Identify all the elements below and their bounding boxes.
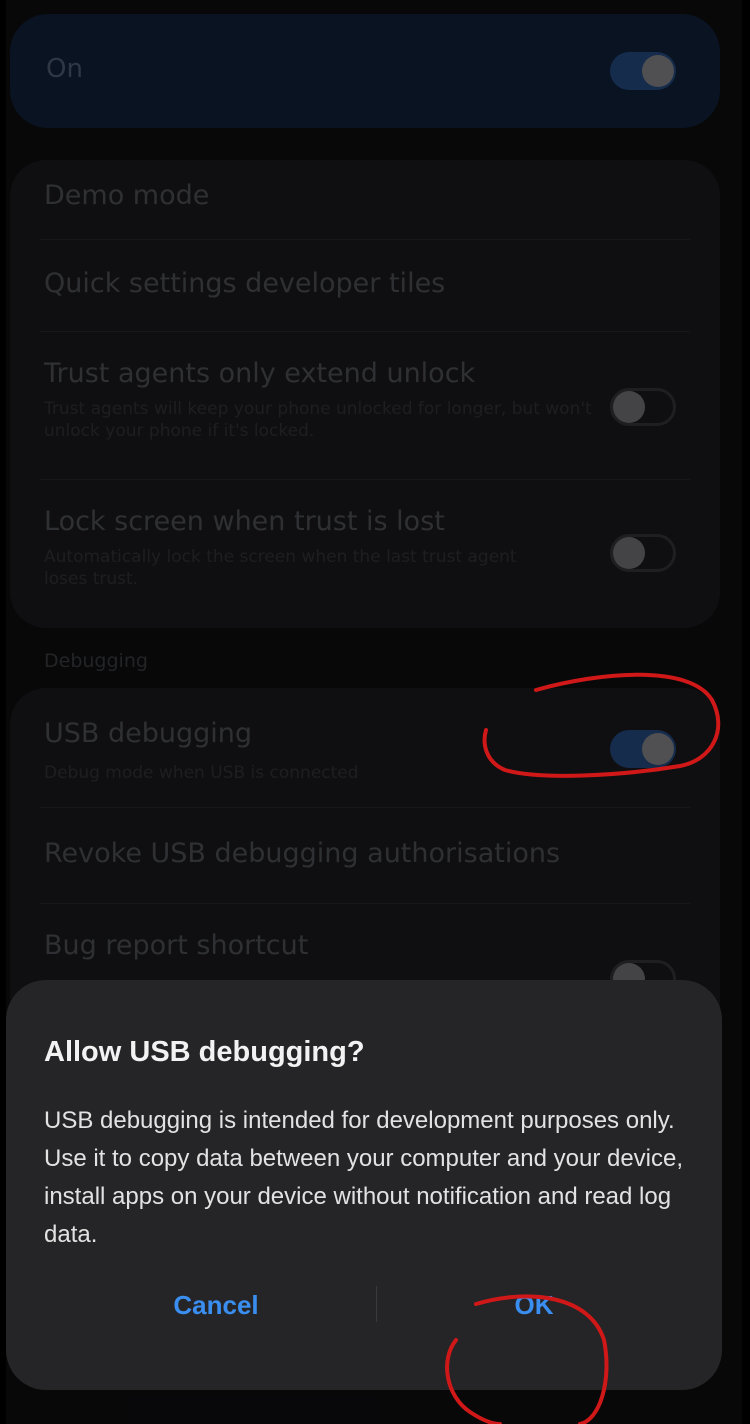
ok-button[interactable]: OK (384, 1270, 684, 1340)
button-separator (376, 1286, 377, 1322)
dialog-message: USB debugging is intended for developmen… (44, 1107, 684, 1248)
settings-screen: On Demo mode Quick settings developer ti… (6, 0, 742, 1424)
usb-debugging-dialog: Allow USB debugging? USB debugging is in… (6, 980, 722, 1390)
dialog-title: Allow USB debugging? (44, 1036, 365, 1068)
cancel-button[interactable]: Cancel (66, 1270, 366, 1340)
